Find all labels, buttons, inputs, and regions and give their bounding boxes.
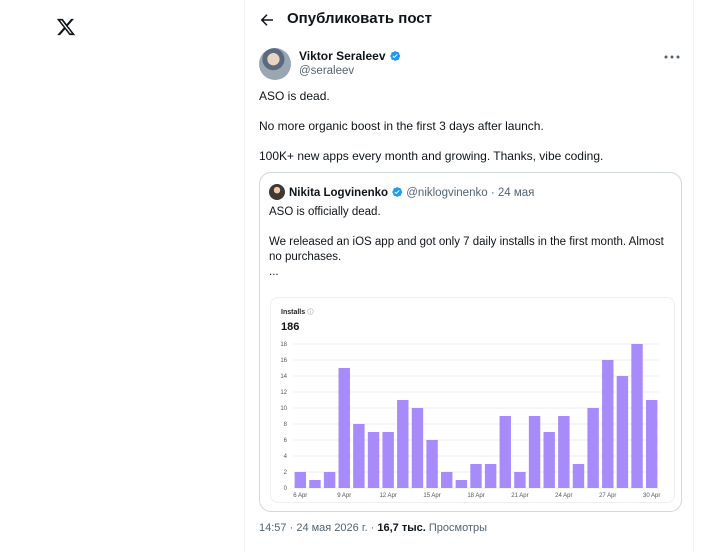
y-tick-label: 16	[280, 358, 287, 364]
quote-paragraph: ASO is officially dead.	[269, 206, 381, 218]
chart-bar	[470, 464, 482, 488]
quoted-tweet[interactable]: Nikita Logvinenko @niklogvinenko · 24 ма…	[259, 172, 682, 512]
tweet-author: Viktor Seraleev @seraleev	[259, 48, 681, 84]
verified-badge-icon	[392, 187, 403, 197]
avatar[interactable]	[269, 184, 285, 200]
chart-bar	[514, 472, 526, 488]
chart-bar	[367, 432, 380, 488]
chart-bar	[631, 344, 643, 488]
left-sidebar	[0, 0, 244, 552]
chart-title: Installs	[281, 308, 314, 316]
chart-bar	[294, 472, 307, 488]
quote-text: ASO is officially dead. We released an i…	[269, 205, 674, 280]
installs-chart-image[interactable]: Installs 186 0 2 4 6 8 10 12 14 16 18 6 Apr 9 Apr 12…	[270, 297, 675, 503]
tweet-date[interactable]: 24 мая 2026 г.	[296, 522, 367, 534]
chart-bar	[602, 360, 614, 488]
tweet-time[interactable]: 14:57	[259, 522, 287, 534]
y-tick-label: 0	[284, 486, 288, 492]
info-icon	[307, 308, 314, 315]
chart-bar	[338, 368, 350, 488]
y-tick-label: 4	[284, 454, 288, 460]
x-tick-label: 18 Apr	[467, 493, 484, 499]
tweet-paragraph: No more organic boost in the first 3 day…	[259, 119, 544, 133]
x-tick-label: 27 Apr	[599, 493, 616, 499]
y-tick-label: 12	[280, 390, 287, 396]
x-tick-label: 21 Apr	[511, 493, 528, 499]
x-logo-icon[interactable]	[56, 17, 76, 37]
chart-bar	[323, 472, 336, 488]
chart-bar	[397, 400, 409, 488]
separator-dot: ·	[370, 522, 375, 534]
chart-bar	[353, 424, 365, 488]
tweet-paragraph: ASO is dead.	[259, 89, 330, 103]
quote-paragraph: We released an iOS app and got only 7 da…	[269, 236, 664, 263]
chart-bar	[499, 416, 511, 488]
tweet-metadata: 14:57 · 24 мая 2026 г. · 16,7 тыс. Просм…	[259, 522, 487, 534]
x-tick-label: 30 Apr	[643, 493, 660, 499]
chart-bar	[484, 464, 497, 488]
y-tick-label: 14	[280, 374, 287, 380]
chart-bar	[382, 432, 394, 488]
page-title: Опубликовать пост	[287, 10, 432, 27]
tweet-text: ASO is dead. No more organic boost in th…	[259, 89, 679, 179]
quote-date[interactable]: 24 мая	[498, 187, 535, 199]
bar-chart: 0 2 4 6 8 10 12 14 16 18 6 Apr 9 Apr 12 Apr 15 Apr 18 …	[280, 342, 660, 499]
chart-bar	[441, 472, 453, 488]
views-label: Просмотры	[428, 522, 488, 534]
separator-dot: ·	[490, 187, 495, 199]
chart-bar	[572, 464, 585, 488]
chart-bar	[616, 376, 629, 488]
quote-paragraph: ...	[269, 266, 279, 278]
quote-author-name[interactable]: Nikita Logvinenko	[289, 187, 388, 199]
quote-author-handle[interactable]: @niklogvinenko	[406, 187, 487, 199]
chart-bar	[528, 416, 541, 488]
verified-badge-icon	[389, 51, 400, 61]
x-tick-label: 6 Apr	[293, 493, 307, 499]
y-tick-label: 6	[284, 438, 288, 444]
chart-total: 186	[281, 321, 300, 333]
quote-author-row: Nikita Logvinenko @niklogvinenko · 24 ма…	[269, 184, 534, 200]
arrow-left-icon[interactable]	[258, 11, 276, 29]
x-tick-label: 12 Apr	[379, 493, 396, 499]
author-name[interactable]: Viktor Seraleev	[299, 49, 386, 63]
more-options-icon[interactable]	[663, 50, 681, 64]
x-tick-label: 15 Apr	[423, 493, 440, 499]
chart-bar	[309, 480, 321, 488]
page-header: Опубликовать пост	[245, 0, 695, 40]
chart-bar	[426, 440, 438, 488]
y-tick-label: 18	[280, 342, 287, 348]
x-tick-label: 9 Apr	[337, 493, 351, 499]
chart-bar	[411, 408, 424, 488]
y-tick-label: 8	[284, 422, 288, 428]
tweet-paragraph: 100K+ new apps every month and growing. …	[259, 149, 604, 163]
y-tick-label: 2	[284, 470, 288, 476]
chart-bar	[543, 432, 555, 488]
author-handle[interactable]: @seraleev	[299, 65, 354, 77]
main-column: Опубликовать пост Viktor Seraleev @seral…	[244, 0, 694, 552]
x-tick-label: 24 Apr	[555, 493, 572, 499]
views-count: 16,7 тыс.	[377, 522, 426, 534]
avatar[interactable]	[259, 48, 291, 80]
separator-dot: ·	[289, 522, 294, 534]
y-tick-label: 10	[280, 406, 287, 412]
chart-bar	[587, 408, 599, 488]
chart-bar	[455, 480, 468, 488]
chart-bar	[645, 400, 658, 488]
chart-title-text: Installs	[281, 309, 306, 316]
author-name-row[interactable]: Viktor Seraleev	[299, 49, 401, 63]
chart-bar	[558, 416, 570, 488]
